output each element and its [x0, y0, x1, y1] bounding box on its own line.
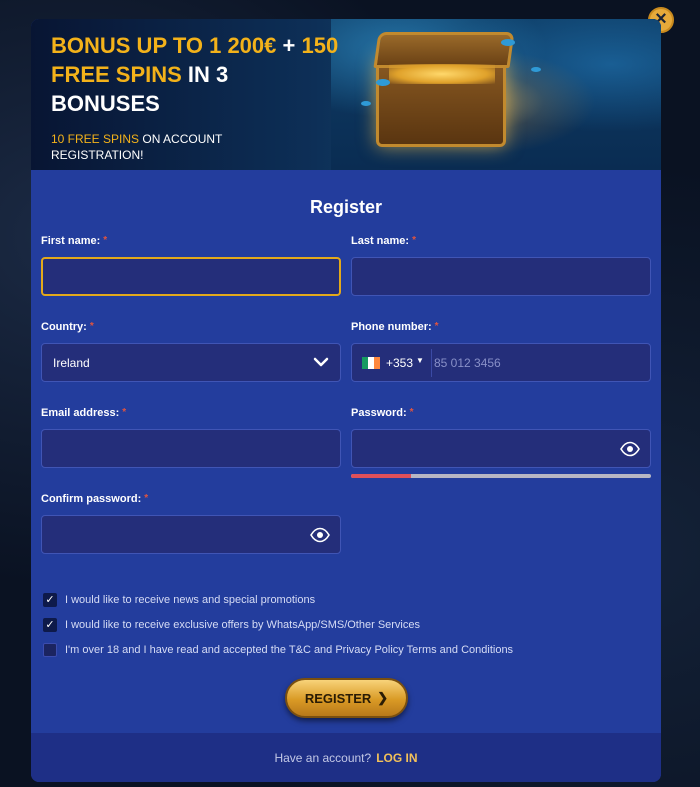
register-button[interactable]: REGISTER ❯: [285, 678, 408, 718]
register-modal: BONUS UP TO 1 200€ + 150 FREE SPINS IN 3…: [31, 19, 661, 782]
form-title: Register: [309, 197, 383, 217]
email-field[interactable]: [41, 429, 341, 468]
last-name-field[interactable]: [351, 257, 651, 296]
country-select[interactable]: Ireland: [41, 343, 341, 382]
phone-label: Phone number: *: [351, 321, 439, 333]
arrow-right-icon: ❯: [377, 690, 389, 705]
confirm-password-field[interactable]: [41, 515, 341, 554]
fish-decoration: [531, 67, 541, 72]
terms-checkbox[interactable]: [43, 643, 57, 657]
email-label: Email address: *: [41, 407, 127, 419]
fish-decoration: [376, 79, 390, 86]
consent-news[interactable]: ✓ I would like to receive news and speci…: [43, 593, 315, 607]
password-field[interactable]: [351, 429, 651, 468]
first-name-label: First name: *: [41, 235, 108, 247]
phone-dial-code[interactable]: +353: [386, 356, 413, 370]
phone-input[interactable]: 85 012 3456: [434, 356, 501, 370]
confirm-password-input[interactable]: [42, 516, 340, 553]
password-label: Password: *: [351, 407, 414, 419]
dial-code-dropdown-icon[interactable]: ▼: [416, 356, 424, 365]
promo-banner: BONUS UP TO 1 200€ + 150 FREE SPINS IN 3…: [31, 19, 661, 170]
password-input[interactable]: [352, 430, 650, 467]
email-input[interactable]: [42, 430, 340, 467]
eye-icon[interactable]: [310, 527, 330, 543]
last-name-input[interactable]: [352, 258, 650, 295]
treasure-chest-image: [376, 57, 506, 147]
eye-icon[interactable]: [620, 441, 640, 457]
login-footer: Have an account? LOG IN: [31, 733, 661, 782]
confirm-password-label: Confirm password: *: [41, 493, 149, 505]
chevron-down-icon: [313, 357, 329, 367]
phone-field[interactable]: +353 ▼ 85 012 3456: [351, 343, 651, 382]
country-value: Ireland: [53, 356, 90, 370]
terms-link[interactable]: Terms and Conditions: [407, 644, 513, 656]
ireland-flag-icon[interactable]: [362, 357, 380, 369]
consent-offers[interactable]: ✓ I would like to receive exclusive offe…: [43, 618, 420, 632]
have-account-text: Have an account?: [274, 750, 372, 765]
password-strength-bar: [351, 474, 651, 478]
password-strength-fill: [351, 474, 411, 478]
consent-terms[interactable]: I'm over 18 and I have read and accepted…: [43, 643, 513, 657]
phone-divider: [431, 349, 432, 377]
login-link[interactable]: LOG IN: [376, 751, 417, 765]
bonus-headline: BONUS UP TO 1 200€ + 150 FREE SPINS IN 3…: [51, 33, 339, 116]
country-label: Country: *: [41, 321, 94, 333]
bonus-subline: 10 FREE SPINS ON ACCOUNT REGISTRATION!: [51, 132, 223, 162]
fish-decoration: [501, 39, 515, 46]
first-name-field[interactable]: [41, 257, 341, 296]
first-name-input[interactable]: [43, 259, 339, 294]
check-icon[interactable]: ✓: [43, 618, 57, 632]
check-icon[interactable]: ✓: [43, 593, 57, 607]
last-name-label: Last name: *: [351, 235, 416, 247]
fish-decoration: [361, 101, 371, 106]
